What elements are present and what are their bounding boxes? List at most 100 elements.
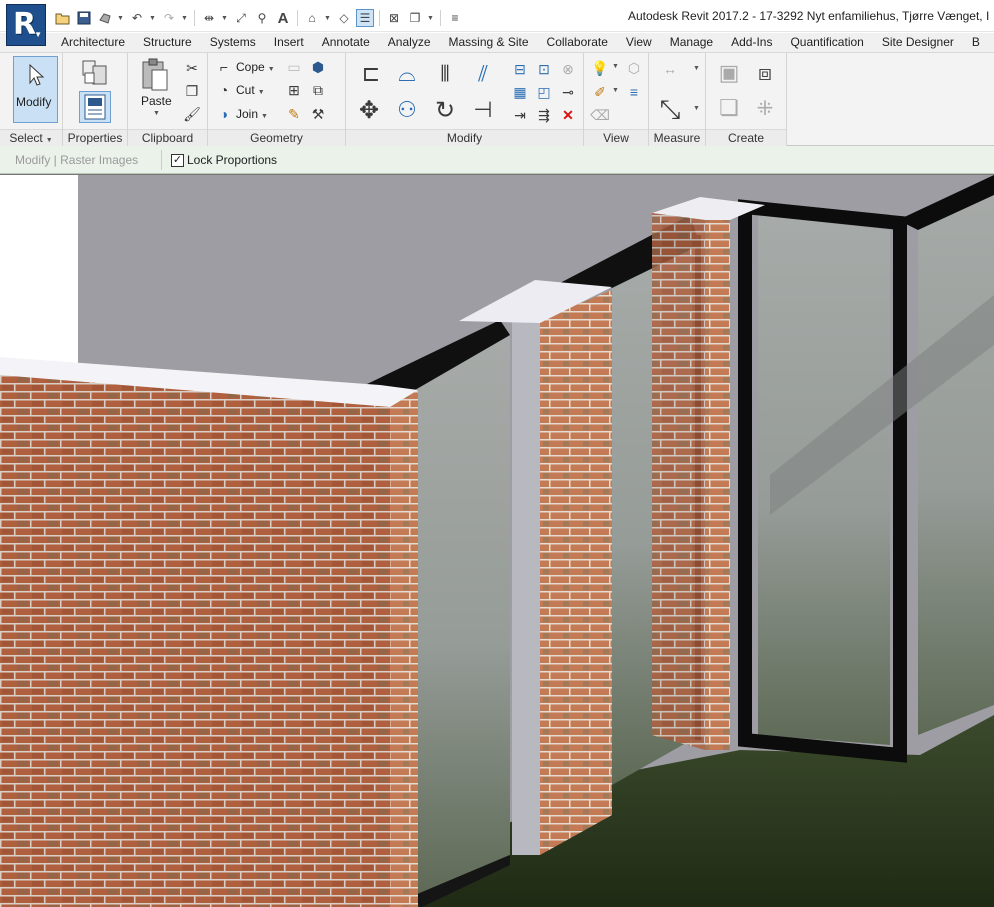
measure-between-icon[interactable]: ↔ [655,59,685,79]
toolbar-divider [297,10,298,26]
select-panel-label[interactable]: Select ▼ [0,129,62,146]
align-icon[interactable]: ⊏ [356,59,386,89]
linework-brush-icon[interactable]: ✐ [590,82,610,102]
rotate-icon[interactable]: ↻ [430,95,460,125]
split-element-icon[interactable]: ⊟ [510,59,530,79]
chevron-down-icon[interactable]: ▼ [612,87,620,94]
create-group-icon[interactable]: ❏ [714,93,744,123]
unpin-icon[interactable]: ⊗ [558,59,578,79]
chevron-down-icon[interactable]: ▼ [181,15,189,22]
hide-in-view-icon[interactable]: 💡 [590,58,610,78]
chevron-down-icon[interactable]: ▼ [117,15,125,22]
options-divider [161,150,162,170]
open-icon[interactable] [54,9,72,27]
trim-extend-single-icon[interactable]: ⇥ [510,105,530,125]
cope-icon[interactable]: ⌐ [214,57,234,77]
demolish-icon[interactable]: ⧉ [308,80,328,100]
aligned-dimension-icon[interactable]: ⤡ [653,94,687,125]
brick-pillar [540,290,612,855]
cut-scissors-icon[interactable]: ✂ [182,58,202,78]
pin-icon[interactable]: ⊸ [558,82,578,102]
save-icon[interactable] [75,9,93,27]
paint-icon[interactable]: ⬢ [308,57,328,77]
tab-collaborate[interactable]: Collaborate [538,33,617,53]
eraser-icon[interactable]: ⌫ [590,105,610,125]
switch-windows-icon[interactable]: ❐ [406,9,424,27]
customize-icon[interactable]: ≡ [446,9,464,27]
tab-view[interactable]: View [617,33,661,53]
chevron-down-icon[interactable]: ▼ [693,65,701,72]
modify-button[interactable]: Modify [13,56,58,123]
chevron-down-icon: ▼ [153,110,160,117]
redo-icon[interactable]: ↷ [160,9,178,27]
tag-icon[interactable]: ⚲ [253,9,271,27]
linework-icon[interactable]: ✎ [284,104,304,124]
cope-button[interactable]: Cope ▼ [236,60,275,74]
override-graphics-icon[interactable]: ⬡ [624,58,644,78]
chevron-down-icon[interactable]: ▼ [427,15,435,22]
filter-icon[interactable]: ≡ [624,82,644,102]
offset-icon[interactable]: ⌓ [392,59,422,89]
chevron-down-icon[interactable]: ▼ [149,15,157,22]
tab-overflow[interactable]: B [963,33,989,53]
text-icon[interactable]: A [274,9,292,27]
join-button[interactable]: Join ▼ [236,107,268,121]
split-gap-icon[interactable]: ⊡ [534,59,554,79]
create-similar-icon[interactable]: ⁜ [750,93,780,123]
create-parts-icon[interactable]: ⧈ [750,58,780,88]
array-icon[interactable]: ▦ [510,82,530,102]
type-properties-button[interactable] [80,58,110,88]
context-label: Modify | Raster Images [15,153,139,167]
join-icon[interactable]: ◑ [214,104,234,124]
mirror-draw-axis-icon[interactable]: ⫽ [468,59,498,89]
section-icon[interactable]: ◇ [335,9,353,27]
undo-icon[interactable]: ↶ [128,9,146,27]
split-face-icon[interactable]: ▭ [284,57,304,77]
3d-view-icon[interactable]: ⌂ [303,9,321,27]
delete-icon[interactable]: ✕ [558,105,578,125]
trim-extend-icon[interactable]: ⊣ [468,95,498,125]
tab-add-ins[interactable]: Add-Ins [722,33,781,53]
chevron-down-icon[interactable]: ▼ [221,15,229,22]
ribbon: Modify Select ▼ Properties Paste ▼ ✂ ❐ 🖌 … [0,53,994,146]
match-properties-icon[interactable]: 🖌 [182,104,202,124]
measure-panel: ↔ ▼ ⤡ ▼ Measure [649,53,706,146]
3d-viewport[interactable] [0,174,994,907]
tab-massing-site[interactable]: Massing & Site [440,33,538,53]
thin-lines-icon[interactable]: ☰ [356,9,374,27]
tab-architecture[interactable]: Architecture [52,33,134,53]
hammer-icon[interactable]: ⚒ [308,104,328,124]
cut-button[interactable]: Cut ▼ [236,83,265,97]
chevron-down-icon[interactable]: ▼ [612,63,620,70]
properties-button[interactable] [79,91,111,123]
tab-systems[interactable]: Systems [201,33,265,53]
3d-model-view[interactable] [0,175,994,907]
sync-icon[interactable] [96,9,114,27]
copy-icon[interactable]: ❐ [182,81,202,101]
cut-geometry-icon[interactable]: ◔ [214,80,234,100]
paste-button[interactable]: Paste ▼ [136,56,174,122]
tab-structure[interactable]: Structure [134,33,201,53]
close-hidden-icon[interactable]: ⊠ [385,9,403,27]
scale-icon[interactable]: ◰ [534,82,554,102]
wall-joins-icon[interactable]: ⊞ [284,80,304,100]
tab-manage[interactable]: Manage [661,33,722,53]
application-menu-button[interactable]: R ▼ [6,4,46,46]
move-icon[interactable]: ✥ [354,95,384,125]
tab-insert[interactable]: Insert [265,33,313,53]
chevron-down-icon[interactable]: ▼ [693,105,701,112]
trim-extend-multiple-icon[interactable]: ⇶ [534,105,554,125]
mirror-pick-axis-icon[interactable]: ⫴ [430,59,460,89]
create-panel: ▣ ⧈ ❏ ⁜ Create [706,53,787,146]
chevron-down-icon[interactable]: ▼ [324,15,332,22]
tab-annotate[interactable]: Annotate [313,33,379,53]
dimension-icon[interactable]: ⤢ [232,9,250,27]
measure-panel-label: Measure [649,129,705,146]
tab-quantification[interactable]: Quantification [781,33,872,53]
measure-icon[interactable]: ⇹ [200,9,218,27]
create-assembly-icon[interactable]: ▣ [714,58,744,88]
tab-site-designer[interactable]: Site Designer [873,33,963,53]
copy-element-icon[interactable]: ⚇ [392,95,422,125]
tab-analyze[interactable]: Analyze [379,33,440,53]
lock-proportions-checkbox[interactable]: ✓ [171,154,184,167]
